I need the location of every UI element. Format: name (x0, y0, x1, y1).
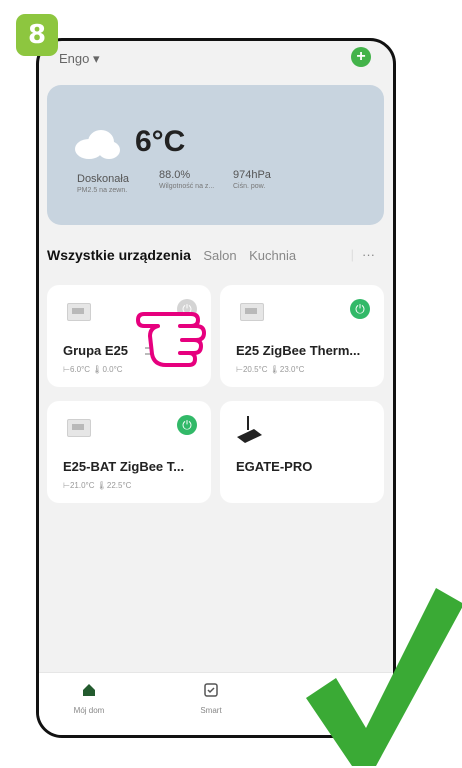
weather-panel: 6°C Doskonała PM2.5 na zewn. 88.0% Wilgo… (47, 85, 384, 225)
power-on-icon[interactable]: ⏻ (350, 299, 370, 319)
thermostat-icon (67, 419, 91, 437)
top-bar: Engo ▾ + (39, 41, 393, 81)
device-name: EGATE-PRO (236, 459, 313, 474)
device-name: Grupa E25 (63, 343, 129, 358)
room-tabs: Wszystkie urządzenia Salon Kuchnia | ··· (47, 247, 387, 271)
nav-my-home[interactable]: Mój dom (59, 683, 119, 715)
thermostat-icon (67, 303, 91, 321)
more-tabs-button[interactable]: | ··· (351, 247, 375, 262)
device-card-egate-pro[interactable]: EGATE-PRO (220, 401, 384, 503)
tab-salon[interactable]: Salon (203, 248, 236, 263)
device-card-e25-bat[interactable]: ⏻ E25-BAT ZigBee T... ⊢21.0°C 🌡22.5°C (47, 401, 211, 503)
device-card-e25-zigbee[interactable]: ⏻ E25 ZigBee Therm... ⊢20.5°C 🌡23.0°C (220, 285, 384, 387)
pointing-hand-icon (136, 312, 206, 367)
device-name: E25 ZigBee Therm... (236, 343, 361, 358)
nav-smart[interactable]: Smart (181, 683, 241, 715)
step-badge: 8 (16, 14, 58, 56)
gateway-icon (237, 416, 262, 443)
tab-kuchnia[interactable]: Kuchnia (249, 248, 296, 263)
power-on-icon[interactable]: ⏻ (177, 415, 197, 435)
device-name: E25-BAT ZigBee T... (63, 459, 185, 474)
check-square-icon (204, 683, 218, 697)
home-name-dropdown[interactable]: Engo ▾ (59, 51, 100, 67)
thermostat-icon (240, 303, 264, 321)
device-temps: ⊢20.5°C 🌡23.0°C (236, 365, 305, 374)
tab-all-devices[interactable]: Wszystkie urządzenia (47, 247, 191, 263)
air-quality: Doskonała PM2.5 na zewn. (77, 173, 129, 194)
humidity: 88.0% Wilgotność na z... (159, 169, 215, 190)
add-device-button[interactable]: + (351, 47, 371, 67)
outdoor-temperature: 6°C (135, 125, 186, 158)
device-temps: ⊢21.0°C 🌡22.5°C (63, 481, 132, 490)
cloud-icon (75, 130, 120, 159)
home-icon (83, 684, 95, 696)
green-checkmark-icon (306, 588, 462, 766)
pressure: 974hPa Ciśn. pow. (233, 169, 271, 190)
device-temps: ⊢6.0°C 🌡0.0°C (63, 365, 123, 374)
